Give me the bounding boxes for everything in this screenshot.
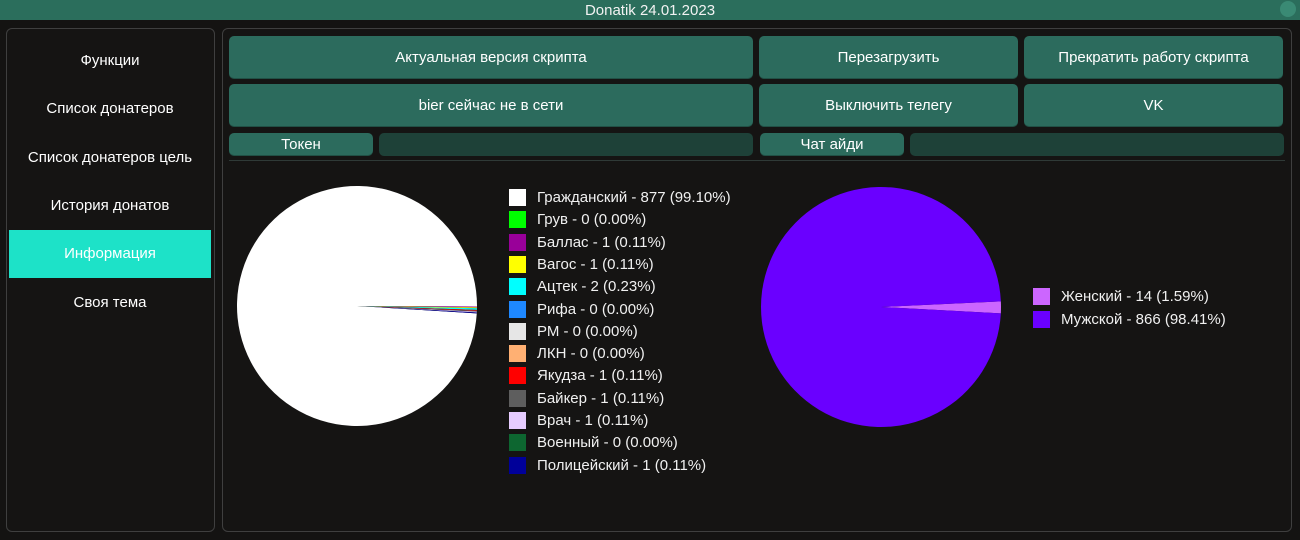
legend-swatch — [509, 233, 526, 251]
legend-swatch — [509, 345, 526, 363]
sidebar-item-donators-list[interactable]: Список донатеров — [9, 85, 211, 133]
faction-pie-chart — [237, 185, 477, 426]
legend-swatch — [1033, 288, 1050, 305]
sidebar-item-information[interactable]: Информация — [9, 230, 211, 278]
chat-id-label-button[interactable]: Чат айди — [760, 133, 904, 156]
divider — [229, 160, 1285, 161]
legend-label: Рифа - 0 (0.00%) — [537, 300, 655, 318]
disable-telegram-button[interactable]: Выключить телегу — [759, 84, 1018, 127]
legend-label: Байкер - 1 (0.11%) — [537, 389, 665, 407]
reload-button[interactable]: Перезагрузить — [759, 36, 1018, 79]
legend-swatch — [509, 367, 526, 385]
user-status-button[interactable]: bier сейчас не в сети — [229, 84, 753, 127]
legend-swatch — [509, 278, 526, 296]
token-label-button[interactable]: Токен — [229, 133, 373, 156]
sidebar-item-custom-theme[interactable]: Своя тема — [9, 279, 211, 327]
legend-label: Гражданский - 877 (99.10%) — [537, 189, 731, 206]
window-title: Donatik 24.01.2023 — [584, 2, 716, 19]
main-panel: Актуальная версия скрипта Перезагрузить … — [222, 28, 1292, 532]
sidebar-item-donators-goal[interactable]: Список донатеров цель — [9, 134, 211, 182]
token-input[interactable] — [379, 133, 753, 156]
legend-swatch — [509, 255, 526, 273]
legend-swatch — [509, 300, 526, 318]
legend-swatch — [509, 189, 526, 206]
legend-label: РМ - 0 (0.00%) — [537, 322, 638, 340]
legend-label: Врач - 1 (0.11%) — [537, 412, 649, 429]
vk-button[interactable]: VK — [1024, 84, 1283, 127]
sidebar: Функции Список донатеров Список донатеро… — [6, 28, 215, 532]
legend-swatch — [509, 456, 526, 474]
pie-slice — [237, 185, 477, 426]
window-titlebar: Donatik 24.01.2023 — [0, 0, 1300, 20]
legend-label: Баллас - 1 (0.11%) — [537, 233, 666, 251]
stop-script-button[interactable]: Прекратить работу скрипта — [1024, 36, 1283, 79]
legend-label: Якудза - 1 (0.11%) — [537, 367, 663, 385]
sidebar-item-donation-history[interactable]: История донатов — [9, 182, 211, 230]
legend-label: Грув - 0 (0.00%) — [537, 211, 647, 229]
legend-label: Ацтек - 2 (0.23%) — [537, 278, 656, 296]
legend-label: Полицейский - 1 (0.11%) — [537, 456, 707, 474]
legend-swatch — [509, 412, 526, 429]
legend-label: Военный - 0 (0.00%) — [537, 434, 678, 452]
legend-swatch — [509, 211, 526, 229]
legend-swatch — [509, 434, 526, 452]
legend-swatch — [1033, 311, 1050, 328]
legend-label: Мужской - 866 (98.41%) — [1061, 311, 1226, 328]
chat-id-input[interactable] — [910, 133, 1284, 156]
window-control-icon[interactable] — [1280, 1, 1296, 17]
legend-swatch — [509, 389, 526, 407]
legend-label: Вагос - 1 (0.11%) — [537, 255, 654, 273]
gender-pie-chart — [761, 186, 1001, 427]
sidebar-item-functions[interactable]: Функции — [9, 37, 211, 85]
legend-label: ЛКН - 0 (0.00%) — [537, 345, 645, 363]
script-version-button[interactable]: Актуальная версия скрипта — [229, 36, 753, 79]
legend-label: Женский - 14 (1.59%) — [1061, 288, 1209, 305]
legend-swatch — [509, 322, 526, 340]
